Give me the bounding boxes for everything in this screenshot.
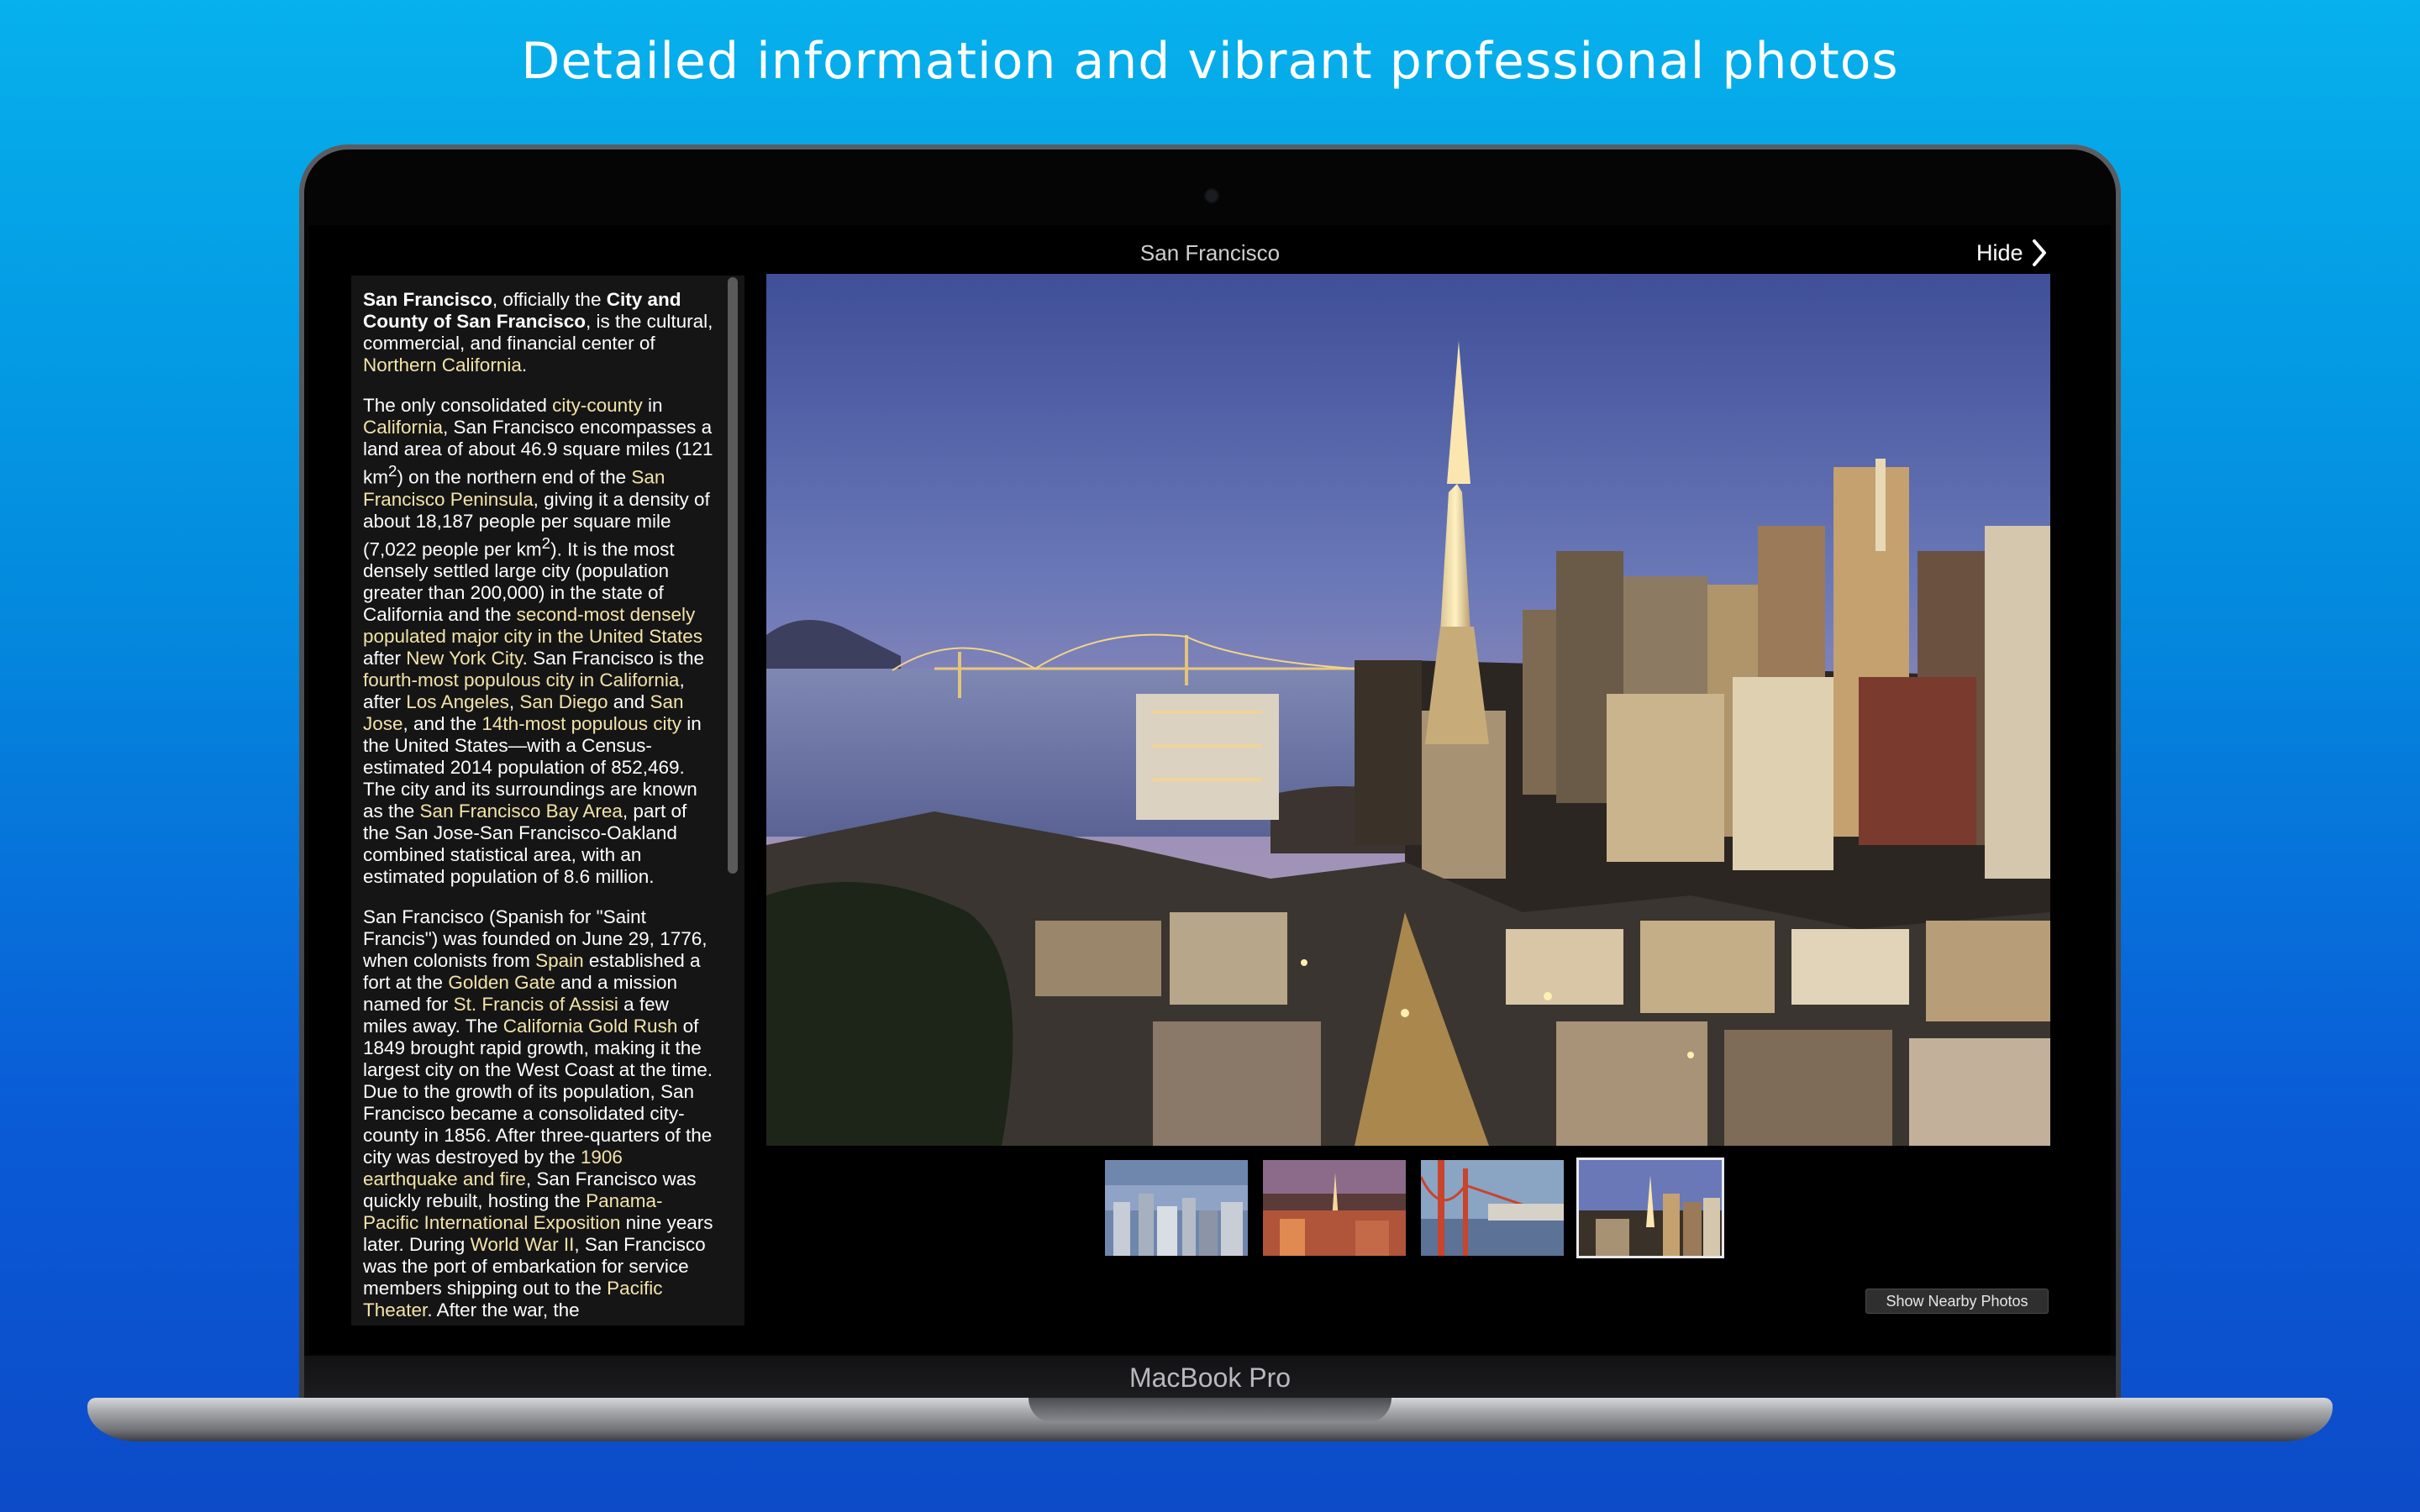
hide-label: Hide — [1976, 239, 2023, 265]
article-panel[interactable]: San Francisco, officially the City and C… — [351, 276, 744, 1326]
camera-icon — [1204, 188, 1219, 203]
link-spain[interactable]: Spain — [535, 950, 584, 971]
link-fourth-most-populous[interactable]: fourth-most populous city in California — [363, 669, 679, 690]
article-scrollbar[interactable] — [728, 277, 738, 874]
article-paragraph-1: San Francisco, officially the City and C… — [363, 289, 713, 375]
article-text: San Francisco, officially the City and C… — [363, 289, 716, 1326]
article-paragraph-2: The only consolidated city-county in Cal… — [363, 395, 713, 887]
thumb-transamerica-sunset[interactable] — [1260, 1158, 1408, 1258]
link-northern-california[interactable]: Northern California — [363, 354, 522, 375]
device-label: MacBook Pro — [1128, 1362, 1292, 1393]
link-new-york-city[interactable]: New York City — [406, 648, 522, 669]
window-title: San Francisco — [1139, 240, 1281, 265]
main-photo[interactable] — [766, 274, 2050, 1146]
link-sf-bay-area[interactable]: San Francisco Bay Area — [420, 801, 623, 822]
link-gold-rush[interactable]: California Gold Rush — [503, 1016, 678, 1037]
chevron-right-icon — [2032, 239, 2046, 266]
hide-button[interactable]: Hide — [1976, 239, 2049, 267]
link-st-francis[interactable]: St. Francis of Assisi — [454, 994, 618, 1015]
link-14th-most-populous[interactable]: 14th-most populous city — [481, 713, 681, 734]
link-los-angeles[interactable]: Los Angeles — [406, 691, 509, 712]
headline: Detailed information and vibrant profess… — [521, 32, 1899, 91]
link-golden-gate[interactable]: Golden Gate — [448, 972, 555, 993]
link-california[interactable]: California — [363, 417, 443, 438]
link-city-county[interactable]: city-county — [552, 395, 643, 416]
article-paragraph-3: San Francisco (Spanish for "Saint Franci… — [363, 906, 713, 1320]
link-san-diego[interactable]: San Diego — [519, 691, 608, 712]
thumb-downtown-aerial[interactable] — [1102, 1158, 1250, 1258]
show-nearby-photos-button[interactable]: Show Nearby Photos — [1865, 1289, 2049, 1314]
thumbnail-strip — [1102, 1158, 1724, 1258]
link-world-war-ii[interactable]: World War II — [471, 1234, 575, 1255]
laptop-notch — [1028, 1398, 1392, 1423]
thumb-golden-gate[interactable] — [1418, 1158, 1566, 1258]
thumb-skyline-dusk[interactable] — [1576, 1158, 1724, 1258]
app-window: San Francisco Hide San Francisco, offici… — [309, 225, 2111, 1354]
